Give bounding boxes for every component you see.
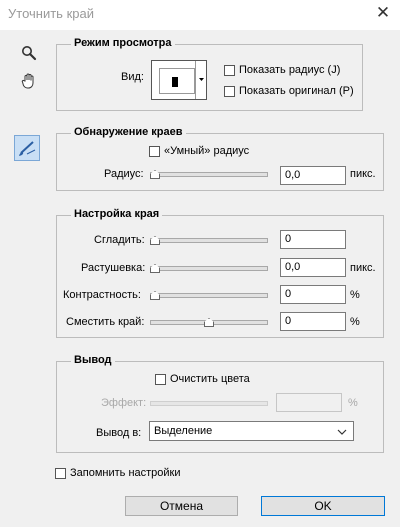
remember-settings-checkbox[interactable] — [55, 468, 66, 479]
view-preview-thumbnail — [159, 68, 195, 94]
contrast-unit: % — [350, 289, 360, 301]
show-original-checkbox[interactable] — [224, 86, 235, 97]
smart-radius-checkbox[interactable] — [149, 146, 160, 157]
hand-tool[interactable] — [18, 70, 40, 92]
radius-unit: пикс. — [350, 168, 376, 180]
smooth-input[interactable]: 0 — [280, 230, 346, 249]
window-title: Уточнить край — [8, 6, 94, 21]
edge-detection-legend: Обнаружение краев — [71, 126, 186, 138]
shift-edge-label: Сместить край: — [66, 316, 145, 328]
show-radius-checkbox[interactable] — [224, 65, 235, 76]
output-legend: Вывод — [71, 354, 115, 366]
decontaminate-label: Очистить цвета — [170, 373, 250, 385]
contrast-label: Контрастность: — [63, 289, 141, 301]
zoom-icon — [22, 46, 37, 61]
adjust-edge-legend: Настройка края — [71, 208, 163, 220]
cancel-button[interactable]: Отмена — [125, 496, 238, 516]
contrast-slider-track[interactable] — [150, 293, 268, 298]
refine-radius-brush-icon — [19, 141, 36, 156]
chevron-down-icon — [199, 78, 204, 81]
view-mode-group: Режим просмотра — [56, 37, 363, 111]
amount-slider-track — [150, 401, 268, 406]
chevron-down-icon — [337, 429, 347, 435]
output-to-value: Выделение — [154, 425, 213, 437]
amount-unit: % — [348, 397, 358, 409]
output-to-label: Вывод в: — [96, 427, 142, 439]
zoom-tool[interactable] — [18, 42, 40, 64]
radius-label: Радиус: — [104, 168, 144, 180]
ok-button[interactable]: OK — [261, 496, 385, 516]
view-dropdown[interactable] — [151, 60, 207, 100]
remember-settings-label: Запомнить настройки — [70, 467, 181, 479]
close-button[interactable]: ✕ — [374, 3, 392, 23]
shift-edge-input[interactable]: 0 — [280, 312, 346, 331]
amount-label: Эффект: — [101, 397, 147, 409]
smooth-label: Сгладить: — [94, 234, 145, 246]
refine-radius-tool[interactable] — [14, 135, 40, 161]
radius-slider-track[interactable] — [150, 172, 268, 177]
hand-icon — [21, 73, 34, 89]
show-original-label: Показать оригинал (P) — [239, 85, 354, 97]
view-label: Вид: — [121, 71, 144, 83]
decontaminate-checkbox[interactable] — [155, 374, 166, 385]
smooth-slider-track[interactable] — [150, 238, 268, 243]
feather-input[interactable]: 0,0 — [280, 258, 346, 277]
shift-edge-unit: % — [350, 316, 360, 328]
show-radius-label: Показать радиус (J) — [239, 64, 341, 76]
output-to-select[interactable]: Выделение — [149, 421, 354, 441]
radius-input[interactable]: 0,0 — [280, 166, 346, 185]
view-mode-legend: Режим просмотра — [71, 37, 175, 49]
feather-unit: пикс. — [350, 262, 376, 274]
feather-label: Растушевка: — [81, 262, 146, 274]
contrast-input[interactable]: 0 — [280, 285, 346, 304]
smart-radius-label: «Умный» радиус — [164, 145, 250, 157]
amount-input — [276, 393, 342, 412]
feather-slider-track[interactable] — [150, 266, 268, 271]
